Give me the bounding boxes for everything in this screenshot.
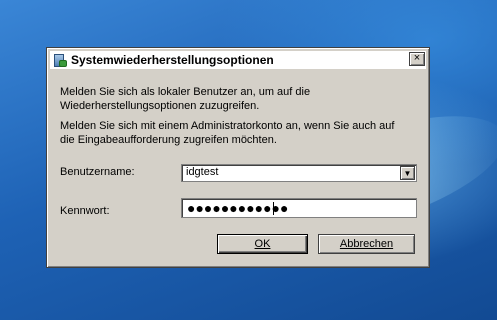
ok-button[interactable]: OK (217, 234, 308, 254)
cancel-button[interactable]: Abbrechen (318, 234, 415, 254)
chevron-down-icon[interactable]: ▼ (400, 166, 415, 180)
username-label: Benutzername: (60, 166, 135, 178)
title-bar[interactable]: Systemwiederherstellungsoptionen × (50, 51, 426, 69)
recovery-options-dialog: Systemwiederherstellungsoptionen × Melde… (46, 47, 430, 268)
password-label: Kennwort: (60, 205, 110, 217)
recovery-app-icon (53, 53, 67, 68)
text-caret (273, 202, 274, 215)
username-combobox[interactable]: idgtest ▼ (181, 164, 417, 182)
username-value: idgtest (186, 166, 219, 178)
ok-button-label: OK (254, 238, 271, 250)
dialog-title: Systemwiederherstellungsoptionen (71, 53, 274, 67)
admin-instruction-text: Melden Sie sich mit einem Administratork… (60, 120, 395, 146)
cancel-button-label: Abbrechen (339, 238, 394, 250)
password-field[interactable]: ●●●●●●●●●●●● (181, 198, 417, 218)
close-button[interactable]: × (409, 52, 425, 66)
login-instruction-text: Melden Sie sich als lokaler Benutzer an,… (60, 86, 311, 112)
